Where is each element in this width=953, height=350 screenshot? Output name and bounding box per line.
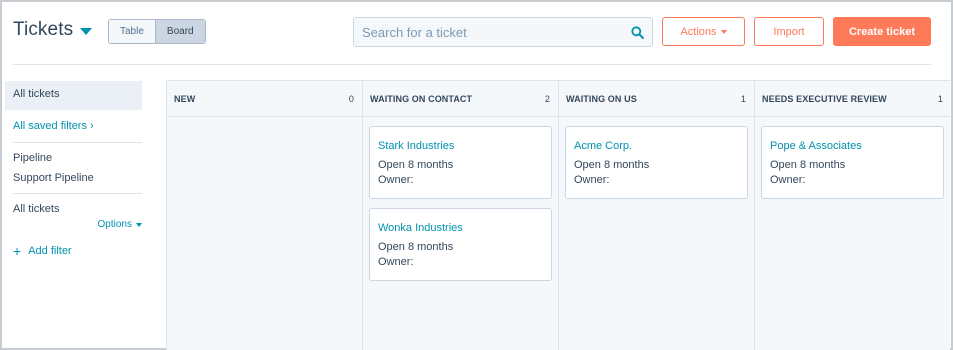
add-filter-label: Add filter <box>28 245 72 257</box>
pipeline-select[interactable]: Support Pipeline <box>5 172 142 184</box>
board-column-waiting-on-us: WAITING ON US 1 Acme Corp. Open 8 months… <box>559 81 755 350</box>
sidebar-divider <box>13 142 142 143</box>
ticket-board: NEW 0 WAITING ON CONTACT 2 Stark Industr… <box>166 80 950 350</box>
add-filter-button[interactable]: + Add filter <box>5 243 142 259</box>
pipeline-heading: Pipeline <box>13 152 53 164</box>
table-view-button[interactable]: Table <box>109 20 155 43</box>
actions-label: Actions <box>680 25 717 38</box>
all-saved-filters-label: All saved filters <box>13 120 87 132</box>
options-label: Options <box>97 219 132 230</box>
search-placeholder: Search for a ticket <box>362 24 467 40</box>
ticket-name-link[interactable]: Pope & Associates <box>770 140 943 152</box>
column-count: 0 <box>348 93 354 104</box>
sidebar: All tickets All saved filters › Pipeline… <box>5 81 142 259</box>
ticket-owner: Owner: <box>770 174 806 186</box>
header-divider <box>13 64 931 65</box>
ticket-card[interactable]: Wonka Industries Open 8 months Owner: <box>369 208 552 281</box>
page-title-dropdown[interactable]: Tickets <box>13 19 93 41</box>
column-count: 1 <box>937 93 943 104</box>
chevron-right-icon: › <box>89 120 94 132</box>
page-title: Tickets <box>13 19 74 40</box>
ticket-owner: Owner: <box>378 256 414 268</box>
column-title: WAITING ON CONTACT <box>370 93 473 104</box>
view-toggle: Table Board <box>108 19 206 44</box>
ticket-owner: Owner: <box>574 174 610 186</box>
column-title: NEEDS EXECUTIVE REVIEW <box>762 93 887 104</box>
search-input[interactable]: Search for a ticket <box>353 17 653 47</box>
ticket-name-link[interactable]: Acme Corp. <box>574 140 747 152</box>
plus-icon: + <box>13 243 22 259</box>
caret-down-icon <box>720 29 727 34</box>
column-header: WAITING ON CONTACT 2 <box>363 81 558 117</box>
options-dropdown[interactable]: Options <box>5 219 142 230</box>
ticket-open-duration: Open 8 months <box>770 159 846 171</box>
ticket-owner: Owner: <box>378 174 414 186</box>
column-title: NEW <box>174 93 196 104</box>
ticket-card[interactable]: Acme Corp. Open 8 months Owner: <box>565 126 748 199</box>
filter-heading: All tickets <box>13 203 60 215</box>
ticket-open-duration: Open 8 months <box>574 159 650 171</box>
column-count: 1 <box>740 93 746 104</box>
all-saved-filters-link[interactable]: All saved filters › <box>5 119 142 133</box>
import-button[interactable]: Import <box>754 17 824 46</box>
board-column-new: NEW 0 <box>167 81 363 350</box>
app-frame: Tickets Table Board Search for a ticket … <box>0 0 953 350</box>
sidebar-item-all-tickets[interactable]: All tickets <box>5 81 142 110</box>
caret-down-icon <box>80 27 93 35</box>
ticket-open-duration: Open 8 months <box>378 241 454 253</box>
search-icon[interactable] <box>622 18 652 46</box>
board-view-button[interactable]: Board <box>154 20 205 43</box>
create-ticket-button[interactable]: Create ticket <box>833 17 931 46</box>
column-count: 2 <box>544 93 550 104</box>
board-column-waiting-on-contact: WAITING ON CONTACT 2 Stark Industries Op… <box>363 81 559 350</box>
ticket-card[interactable]: Stark Industries Open 8 months Owner: <box>369 126 552 199</box>
column-header: WAITING ON US 1 <box>559 81 754 117</box>
ticket-name-link[interactable]: Stark Industries <box>378 140 551 152</box>
ticket-open-duration: Open 8 months <box>378 159 454 171</box>
column-header: NEEDS EXECUTIVE REVIEW 1 <box>755 81 950 117</box>
ticket-card[interactable]: Pope & Associates Open 8 months Owner: <box>761 126 944 199</box>
sidebar-divider <box>13 193 142 194</box>
column-header: NEW 0 <box>167 81 362 117</box>
caret-down-icon <box>136 222 142 227</box>
board-column-needs-executive-review: NEEDS EXECUTIVE REVIEW 1 Pope & Associat… <box>755 81 950 350</box>
actions-button[interactable]: Actions <box>662 17 745 46</box>
column-title: WAITING ON US <box>566 93 637 104</box>
ticket-name-link[interactable]: Wonka Industries <box>378 222 551 234</box>
